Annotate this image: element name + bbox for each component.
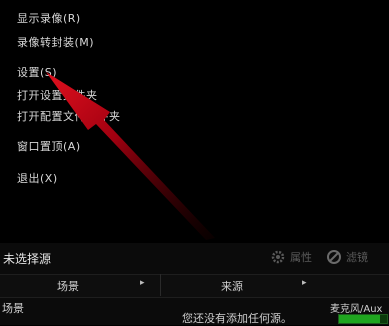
scenes-float-icon[interactable]: ▸	[140, 278, 145, 288]
menu-item-settings[interactable]: 设置(S)	[17, 64, 57, 80]
filter-icon	[327, 250, 341, 264]
audio-mixer-label: 麦克风/Aux	[330, 304, 383, 315]
scene-list-item[interactable]: 场景	[2, 300, 24, 316]
filters-button[interactable]: 滤镜	[326, 247, 368, 267]
context-menu: 显示录像(R) 录像转封装(M) 设置(S) 打开设置文件夹 打开配置文件文件夹…	[0, 0, 389, 250]
audio-level-fill	[339, 315, 380, 323]
sources-empty-hint: 您还没有添加任何源。	[182, 312, 292, 325]
properties-button[interactable]: 属性	[270, 247, 312, 267]
no-source-selected-label: 未选择源	[3, 252, 52, 266]
sources-float-icon[interactable]: ▸	[302, 278, 307, 288]
menu-item-show-recordings[interactable]: 显示录像(R)	[17, 10, 81, 26]
menu-item-always-on-top[interactable]: 窗口置顶(A)	[17, 138, 81, 154]
filters-button-label: 滤镜	[346, 251, 368, 264]
audio-level-meter	[338, 314, 388, 324]
menu-item-remux-recordings[interactable]: 录像转封装(M)	[17, 34, 94, 50]
header-divider	[160, 274, 161, 296]
properties-button-label: 属性	[290, 251, 312, 264]
sources-header: 来源	[221, 280, 243, 293]
menu-item-exit[interactable]: 退出(X)	[17, 170, 58, 186]
gear-icon	[271, 250, 285, 264]
scenes-header: 场景	[57, 280, 79, 293]
menu-item-open-profile-folder[interactable]: 打开配置文件文件夹	[17, 108, 121, 124]
menu-item-open-settings-folder[interactable]: 打开设置文件夹	[17, 87, 98, 103]
